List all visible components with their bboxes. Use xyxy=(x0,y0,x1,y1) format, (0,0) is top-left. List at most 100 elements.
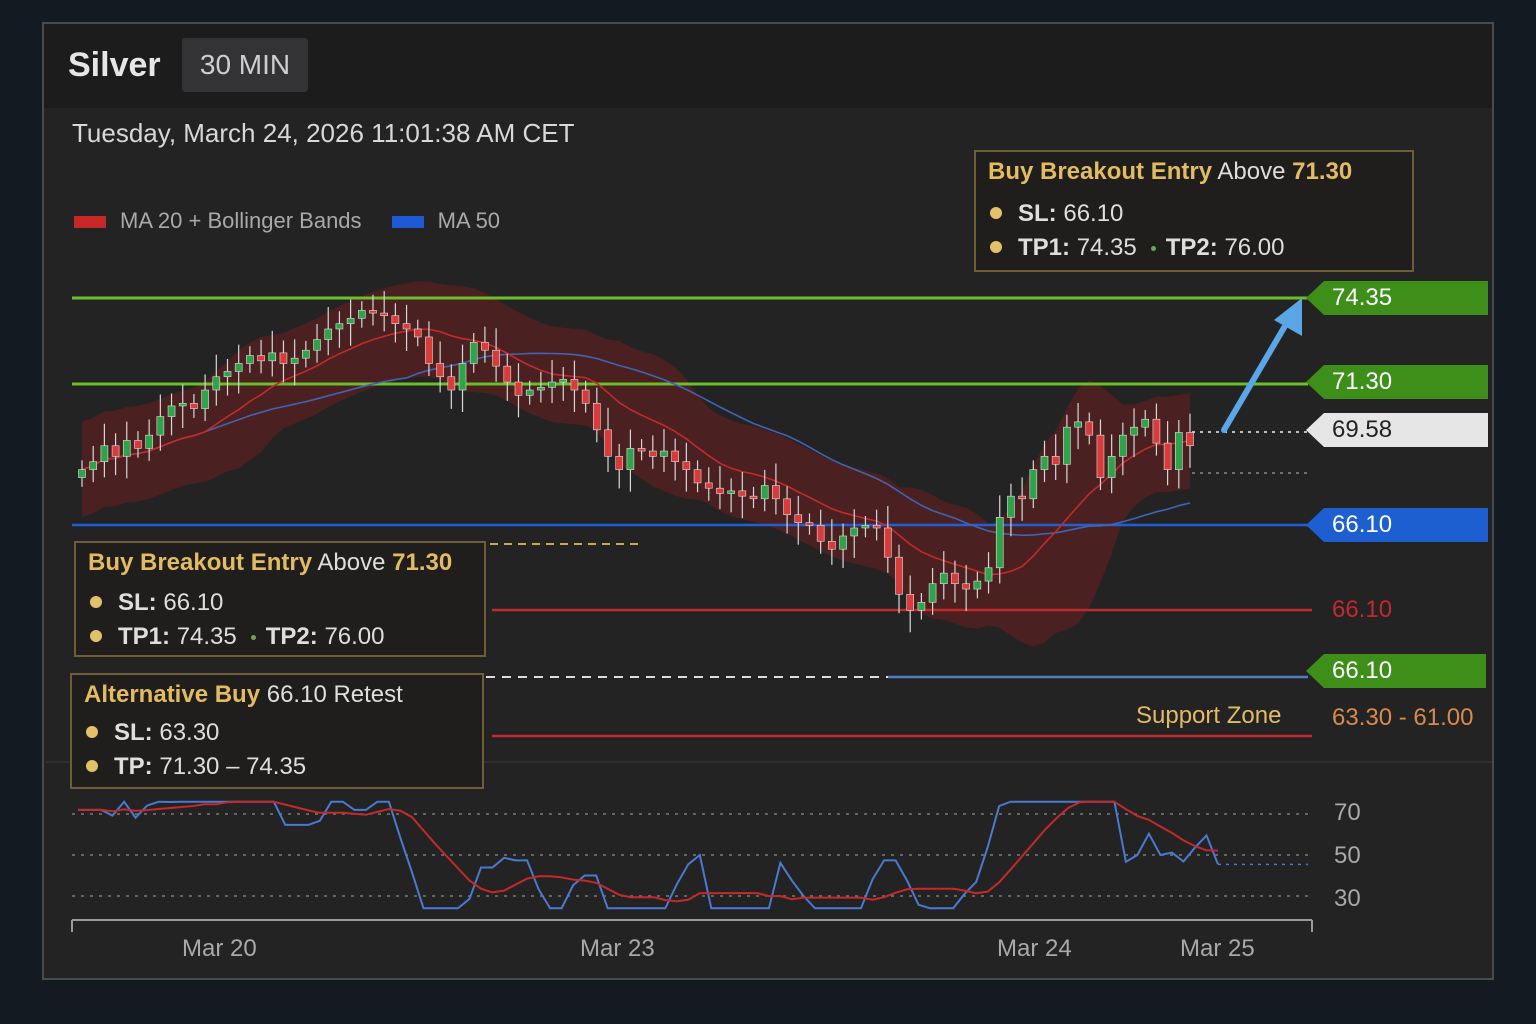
bullet-icon xyxy=(90,595,102,608)
candle-body xyxy=(481,341,489,351)
candle-body xyxy=(593,402,601,431)
sl-value: 63.30 xyxy=(159,719,220,746)
candle-body xyxy=(637,448,646,452)
tp1-value: 74.35 xyxy=(176,623,237,650)
candle-body xyxy=(839,535,847,550)
breakout-arrow-shaft xyxy=(1221,311,1295,433)
top-box-sl-row: SL: 66.10 xyxy=(990,200,1123,228)
arrow-head-icon xyxy=(1274,298,1302,336)
price-tag-last: 69.58 xyxy=(1306,413,1488,447)
candle-body xyxy=(1074,421,1082,428)
sl-label: SL: xyxy=(1018,200,1057,227)
candle-body xyxy=(1063,426,1071,465)
candle-body xyxy=(122,440,131,457)
candle-body xyxy=(201,389,209,409)
candle-body xyxy=(268,352,277,362)
rsi-tick-30: 30 xyxy=(1334,885,1361,912)
candle-body xyxy=(413,328,422,338)
alt-box-tp-row: TP: 71.30 – 74.35 xyxy=(86,753,306,781)
candle-body xyxy=(973,580,982,590)
candle-body xyxy=(816,525,825,542)
candle-body xyxy=(1119,434,1127,457)
candle-body xyxy=(89,461,97,470)
mid-box-tp-row: TP1: 74.35 TP2: 76.00 xyxy=(90,623,385,651)
candle-body xyxy=(939,572,948,585)
price-tag-entry: 71.30 xyxy=(1306,365,1488,399)
candle-body xyxy=(369,310,377,314)
tp1-value: 74.35 xyxy=(1076,234,1137,261)
candle-body xyxy=(794,514,803,523)
candle-body xyxy=(1018,495,1026,500)
candle-body xyxy=(604,429,612,457)
candle-body xyxy=(861,525,870,529)
candle-body xyxy=(1007,495,1015,518)
candle-body xyxy=(626,448,635,470)
candle-body xyxy=(962,583,970,590)
candle-body xyxy=(1107,456,1116,478)
candle-body xyxy=(78,469,86,478)
top-box-level: 71.30 xyxy=(1292,158,1353,185)
tp-label: TP: xyxy=(114,753,153,780)
candle-body xyxy=(257,355,265,362)
alt-box-cond: 66.10 Retest xyxy=(266,681,403,708)
candle-body xyxy=(402,323,411,330)
candle-body xyxy=(279,352,288,364)
price-tag-target: 74.35 xyxy=(1306,281,1488,315)
candle-body xyxy=(525,389,534,396)
candle-body xyxy=(760,485,769,500)
price-label-stop-red: 66.10 xyxy=(1332,596,1393,623)
candle-body xyxy=(190,402,198,409)
tp1-label: TP1: xyxy=(1018,234,1071,261)
bullet-icon xyxy=(90,629,102,642)
candle-body xyxy=(346,318,355,324)
candle-body xyxy=(1163,442,1172,470)
rsi-tick-50: 50 xyxy=(1334,842,1361,869)
alternative-trade-box: Alternative Buy 66.10 Retest SL: 63.30 T… xyxy=(70,673,484,789)
candle-body xyxy=(548,381,556,388)
candle-body xyxy=(682,461,691,470)
candle-body xyxy=(223,371,232,378)
alt-box-sl-row: SL: 63.30 xyxy=(86,719,219,747)
annotation-layer xyxy=(1221,298,1302,433)
candle-body xyxy=(447,376,456,391)
price-tag-stop-blue: 66.10 xyxy=(1306,508,1488,542)
top-box-tp-row: TP1: 74.35 TP2: 76.00 xyxy=(990,234,1285,262)
candle-body xyxy=(357,310,366,319)
mid-box-heading: Buy Breakout Entry Above 71.30 xyxy=(88,549,452,577)
tp-value: 71.30 – 74.35 xyxy=(159,753,307,780)
candle-body xyxy=(805,522,814,526)
bullet-icon xyxy=(990,206,1002,219)
tp2-value: 76.00 xyxy=(324,623,385,650)
sl-label: SL: xyxy=(118,589,157,616)
small-bullet-icon xyxy=(1150,246,1156,252)
candle-body xyxy=(503,365,512,383)
price-tag-stop-green: 66.10 xyxy=(1306,654,1486,688)
candle-body xyxy=(100,445,109,462)
bullet-icon xyxy=(86,725,98,738)
candle-body xyxy=(928,583,937,603)
candle-body xyxy=(716,487,724,494)
tp2-label: TP2: xyxy=(265,623,318,650)
candle-body xyxy=(469,341,478,364)
candle-body xyxy=(828,540,836,550)
small-bullet-icon xyxy=(250,635,256,641)
top-trade-box: Buy Breakout Entry Above 71.30 SL: 66.10… xyxy=(974,150,1414,272)
candle-body xyxy=(425,336,433,364)
tp1-label: TP1: xyxy=(118,623,171,650)
rsi-layer xyxy=(71,800,1313,932)
candle-body xyxy=(1186,432,1194,447)
candle-body xyxy=(167,405,176,417)
candle-body xyxy=(917,601,926,611)
candle-body xyxy=(178,402,187,407)
alt-box-heading: Alternative Buy 66.10 Retest xyxy=(84,681,403,709)
tp2-value: 76.00 xyxy=(1224,234,1285,261)
candle-body xyxy=(783,498,791,516)
candle-body xyxy=(727,490,735,494)
candle-body xyxy=(234,363,243,372)
candle-body xyxy=(458,363,467,391)
candle-body xyxy=(1141,418,1150,428)
candle-body xyxy=(749,495,758,500)
candle-body xyxy=(581,389,590,404)
tp2-label: TP2: xyxy=(1165,234,1218,261)
candle-body xyxy=(1175,432,1183,470)
